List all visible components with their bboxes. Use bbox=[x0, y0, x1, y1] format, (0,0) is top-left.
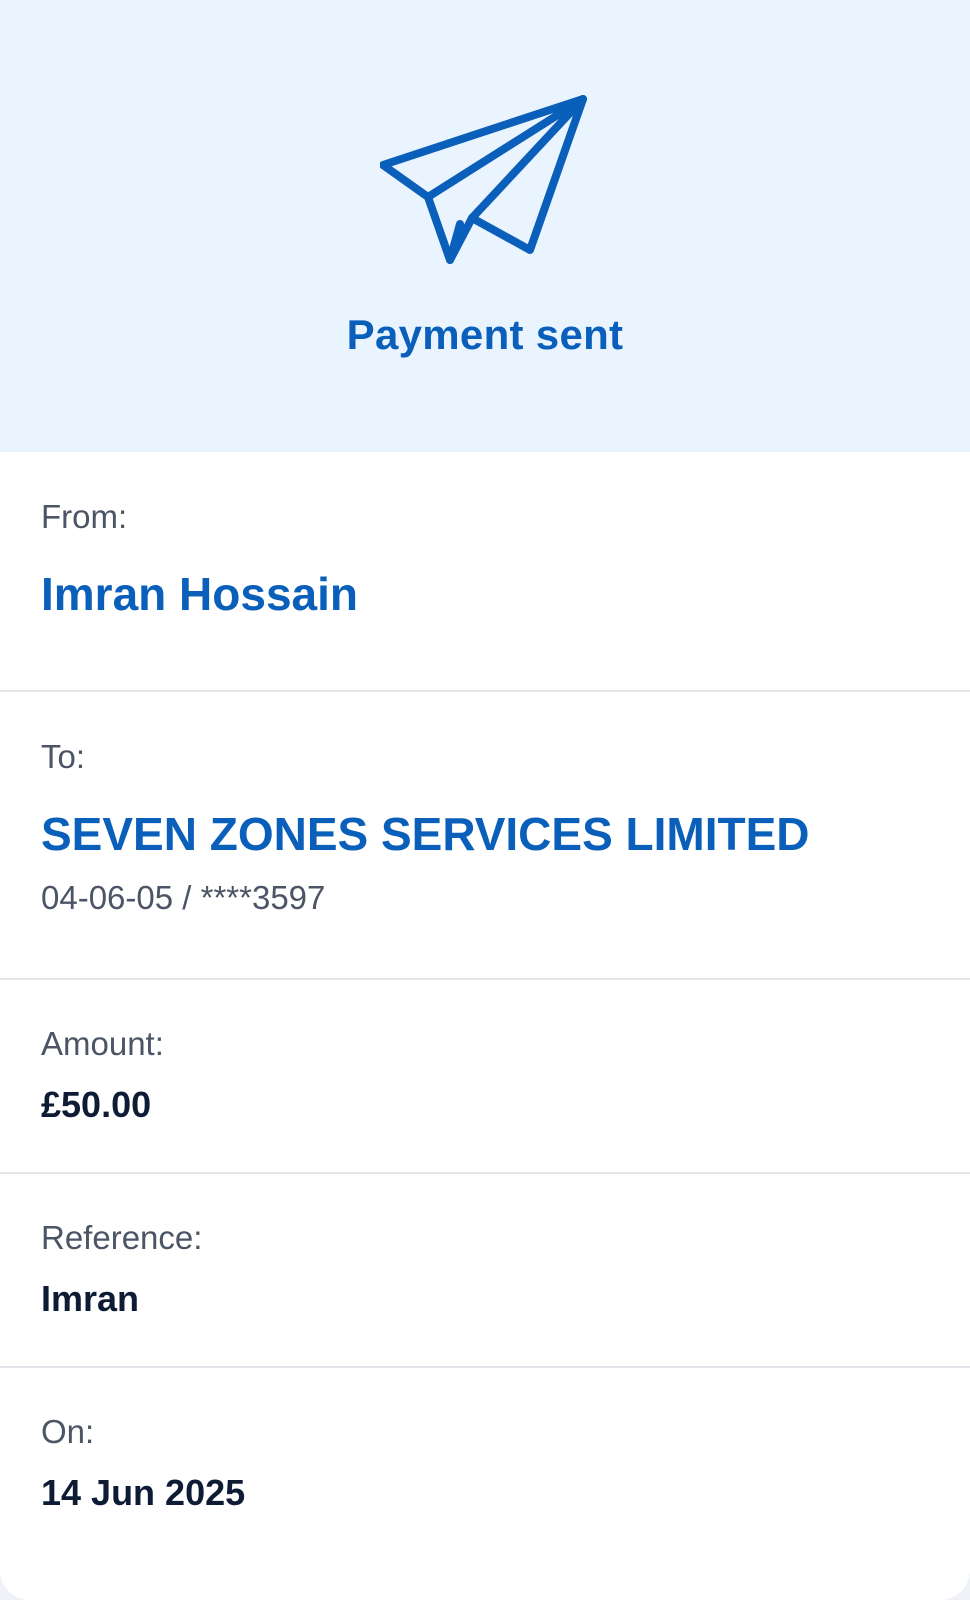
amount-value: £50.00 bbox=[41, 1084, 152, 1125]
date-label: On: bbox=[41, 1413, 95, 1450]
to-label: To: bbox=[41, 738, 86, 775]
to-section: To: SEVEN ZONES SERVICES LIMITED 04-06-0… bbox=[0, 692, 970, 980]
amount-section: Amount: £50.00 bbox=[0, 980, 970, 1174]
from-label: From: bbox=[41, 498, 128, 535]
from-section: From: Imran Hossain bbox=[0, 452, 970, 692]
payee-name: SEVEN ZONES SERVICES LIMITED bbox=[41, 808, 810, 860]
paper-plane-icon bbox=[380, 95, 587, 264]
payee-account-details: 04-06-05 / ****3597 bbox=[41, 879, 326, 916]
payment-sent-title: Payment sent bbox=[346, 311, 624, 358]
date-section: On: 14 Jun 2025 bbox=[0, 1368, 970, 1600]
payment-date-value: 14 Jun 2025 bbox=[41, 1472, 246, 1513]
reference-label: Reference: bbox=[41, 1219, 203, 1256]
reference-section: Reference: Imran bbox=[0, 1174, 970, 1368]
reference-value: Imran bbox=[41, 1278, 140, 1319]
confirmation-header: Payment sent bbox=[0, 0, 970, 452]
amount-label: Amount: bbox=[41, 1025, 164, 1062]
payment-receipt: Payment sent From: Imran Hossain To: SEV… bbox=[0, 0, 970, 1600]
payer-name: Imran Hossain bbox=[41, 568, 358, 620]
